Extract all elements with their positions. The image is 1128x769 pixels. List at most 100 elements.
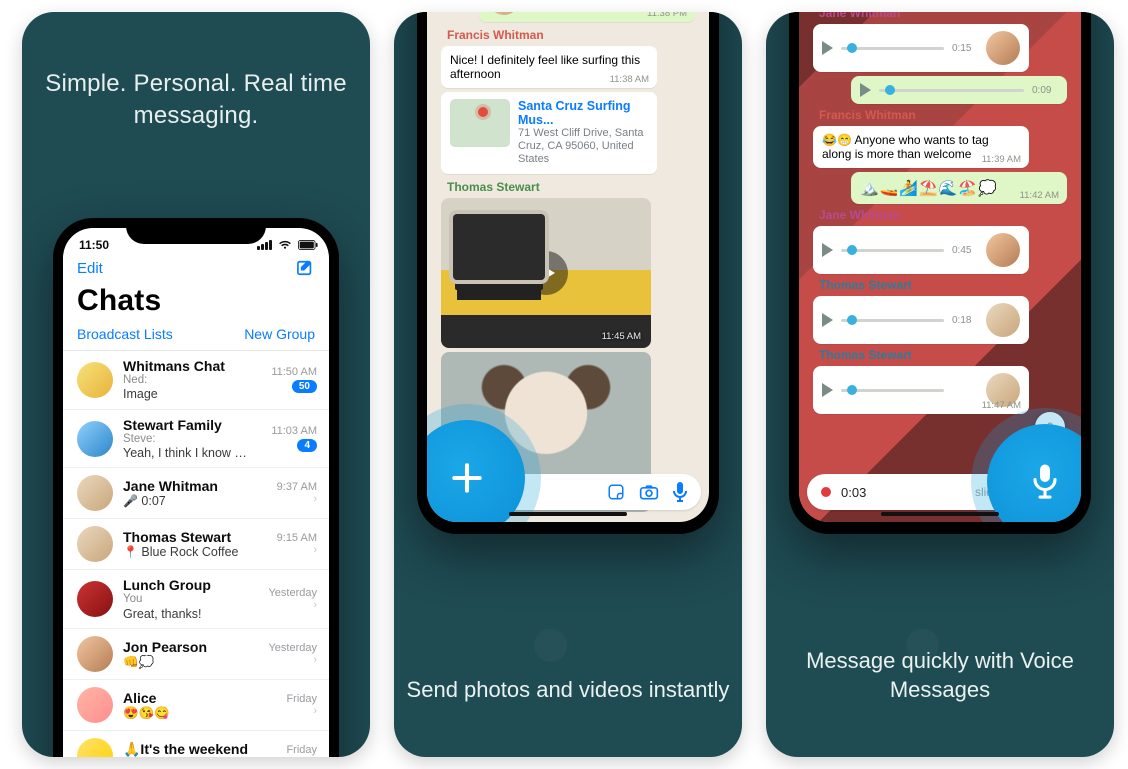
panel-voice: 11:37 AMJane Whitman 0:15 0:09Francis Wh… — [766, 12, 1114, 757]
chat-time: 11:50 AM — [261, 366, 317, 378]
avatar — [77, 738, 113, 757]
voice-track[interactable] — [879, 89, 1024, 92]
chat-snippet: 👊💭 — [123, 655, 251, 669]
chat-row[interactable]: Stewart Family Steve: Yeah, I think I kn… — [63, 410, 329, 469]
mic-icon[interactable] — [673, 482, 687, 502]
broadcast-link[interactable]: Broadcast Lists — [77, 326, 173, 342]
avatar — [77, 636, 113, 672]
emoji-bubble-out[interactable]: 🏔️🚤🏄⛱️🌊🏖️💭 11:42 AM — [851, 172, 1067, 204]
chat-row[interactable]: Alice 😍😘😋 Friday › — [63, 680, 329, 731]
play-icon[interactable] — [860, 83, 871, 97]
sender-label: Thomas Stewart — [435, 180, 701, 194]
sender-label: Jane Whitman — [807, 12, 1073, 20]
chat-snippet: 😍😘😋 — [123, 706, 251, 720]
chat-time: Friday — [261, 693, 317, 705]
avatar — [77, 475, 113, 511]
timestamp: 11:39 AM — [982, 154, 1021, 165]
timestamp: 11:42 AM — [1020, 190, 1059, 201]
avatar — [77, 526, 113, 562]
record-dot-icon — [821, 487, 831, 497]
pin-icon — [478, 107, 488, 117]
chat-snippet: Image — [123, 387, 251, 401]
location-title: Santa Cruz Surfing Mus... — [518, 99, 648, 127]
chat-time: Yesterday — [261, 587, 317, 599]
chat-list: Whitmans Chat Ned: Image 11:50 AM 50 Ste… — [63, 351, 329, 757]
chat-name: Jon Pearson — [123, 639, 251, 655]
text-bubble-in[interactable]: Nice! I definitely feel like surfing thi… — [441, 46, 657, 88]
sender-label: Thomas Stewart — [807, 278, 1073, 292]
clock: 11:50 — [79, 238, 109, 252]
voice-message-out[interactable]: 11:38 PM — [479, 12, 695, 22]
tagline-text: Simple. Personal. Real time messaging. — [22, 68, 370, 133]
voice-track[interactable] — [841, 389, 944, 392]
sender-label: Francis Whitman — [807, 108, 1073, 122]
sticker-icon[interactable] — [607, 483, 625, 501]
battery-icon — [297, 240, 313, 250]
chat-name: Thomas Stewart — [123, 529, 251, 545]
play-icon[interactable] — [524, 251, 568, 295]
voice-note-in[interactable]: 0:15 — [813, 24, 1029, 72]
voice-note-out[interactable]: 0:09 — [851, 76, 1067, 104]
screen-voice: 11:37 AMJane Whitman 0:15 0:09Francis Wh… — [799, 12, 1081, 522]
phone-media: 11:38 PM Francis Whitman Nice! I definit… — [417, 12, 719, 534]
notch — [126, 218, 266, 244]
avatar — [77, 581, 113, 617]
chat-name: Jane Whitman — [123, 478, 251, 494]
chat-name: Whitmans Chat — [123, 358, 251, 374]
play-icon[interactable] — [822, 243, 833, 257]
chat-snippet: Yeah, I think I know what you m... — [123, 446, 251, 460]
avatar — [986, 31, 1020, 65]
play-icon[interactable] — [822, 383, 833, 397]
sender-label: Thomas Stewart — [807, 348, 1073, 362]
chat-subline: Ned: — [123, 374, 251, 387]
chat-time: 9:37 AM — [261, 481, 317, 493]
timestamp: 11:38 AM — [610, 74, 649, 85]
chat-time: Friday — [261, 744, 317, 756]
location-bubble[interactable]: Santa Cruz Surfing Mus... 71 West Cliff … — [441, 92, 657, 174]
timestamp: 11:45 AM — [602, 331, 641, 342]
voice-track[interactable] — [841, 47, 944, 50]
edit-button[interactable]: Edit — [77, 260, 103, 277]
duration: 0:15 — [952, 43, 978, 54]
play-icon[interactable] — [822, 313, 833, 327]
chat-time: 9:15 AM — [261, 532, 317, 544]
newgroup-link[interactable]: New Group — [244, 326, 315, 342]
avatar — [986, 303, 1020, 337]
camera-icon[interactable] — [639, 483, 659, 501]
bubble-text: 🏔️🚤🏄⛱️🌊🏖️💭 — [860, 180, 998, 197]
chat-row[interactable]: Whitmans Chat Ned: Image 11:50 AM 50 — [63, 351, 329, 410]
avatar — [77, 362, 113, 398]
chat-name: 🙏It's the weekend — [123, 741, 251, 757]
voice-track[interactable] — [841, 319, 944, 322]
duration: 0:45 — [952, 245, 978, 256]
home-bar — [509, 512, 627, 516]
chat-row[interactable]: Lunch Group You Great, thanks! Yesterday… — [63, 570, 329, 629]
play-icon[interactable] — [822, 41, 833, 55]
chat-name: Stewart Family — [123, 417, 251, 433]
text-bubble-in[interactable]: 😂😁 Anyone who wants to tag along is more… — [813, 126, 1029, 168]
voice-note-in[interactable]: 0:45 — [813, 226, 1029, 274]
avatar — [986, 233, 1020, 267]
chat-snippet: 🎤 0:07 — [123, 494, 251, 509]
timestamp: 11:38 PM — [647, 12, 687, 19]
voice-note-in[interactable]: 11:47 AM — [813, 366, 1029, 414]
compose-icon[interactable] — [295, 258, 315, 278]
caption-text: Message quickly with Voice Messages — [766, 646, 1114, 705]
screen-chats: 11:50 Edit Chats Br — [63, 228, 329, 757]
panel-chats: Simple. Personal. Real time messaging. 1… — [22, 12, 370, 757]
wifi-icon — [277, 240, 293, 250]
chat-row[interactable]: 🙏It's the weekend Ayesha: Friday › — [63, 731, 329, 757]
chat-time: 11:03 AM — [261, 425, 317, 437]
avatar — [77, 421, 113, 457]
panel-media: 11:38 PM Francis Whitman Nice! I definit… — [394, 12, 742, 757]
chat-row[interactable]: Jon Pearson 👊💭 Yesterday › — [63, 629, 329, 680]
avatar — [488, 12, 520, 15]
video-thumb[interactable]: 11:45 AM — [441, 198, 651, 348]
signal-icon — [257, 240, 273, 250]
voice-track[interactable] — [841, 249, 944, 252]
chat-row[interactable]: Jane Whitman 🎤 0:07 9:37 AM › — [63, 468, 329, 519]
record-time: 0:03 — [841, 485, 866, 500]
voice-note-in[interactable]: 0:18 — [813, 296, 1029, 344]
chat-snippet: 📍 Blue Rock Coffee — [123, 545, 251, 560]
chat-row[interactable]: Thomas Stewart 📍 Blue Rock Coffee 9:15 A… — [63, 519, 329, 570]
